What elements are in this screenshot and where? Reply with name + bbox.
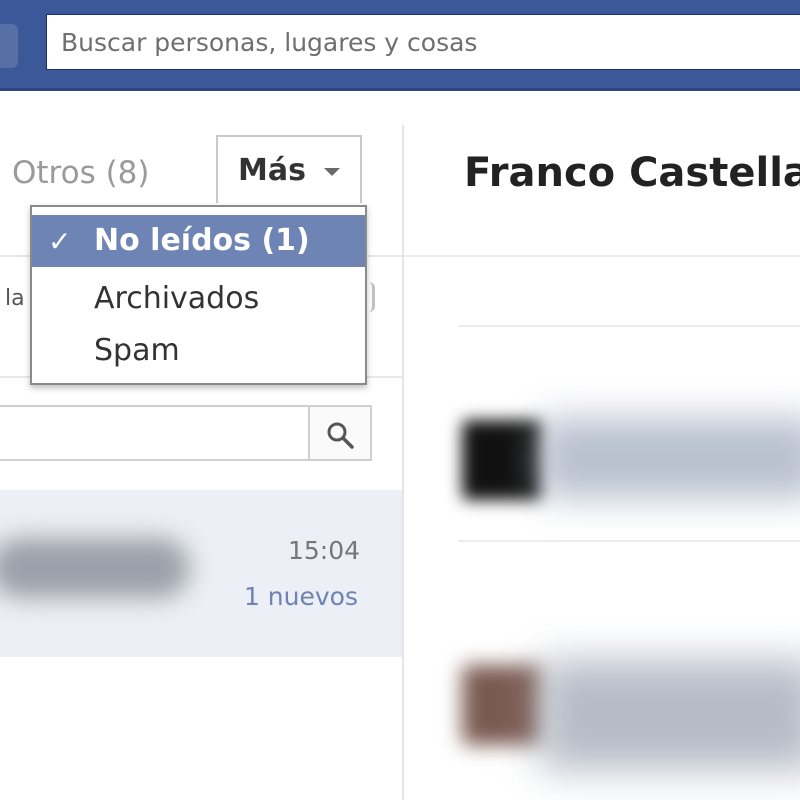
message-search-input[interactable] [0,407,308,459]
menu-item-spam[interactable]: Spam [32,325,365,377]
divider [458,325,800,327]
blurred-avatar [462,420,542,500]
more-dropdown-menu: ✓ No leídos (1) Archivados Spam [30,205,367,385]
message-search-button[interactable] [310,405,372,461]
menu-item-archived[interactable]: Archivados [32,273,365,325]
facebook-logo-icon[interactable] [0,24,18,68]
conversation-time: 15:04 [287,536,360,565]
divider [404,255,800,257]
message-search-box[interactable] [0,405,310,461]
checkmark-icon: ✓ [48,225,72,258]
search-icon [327,422,354,449]
menu-item-label: Archivados [94,281,260,316]
top-bar [0,0,800,91]
more-button[interactable]: Más [216,135,362,203]
more-button-label: Más [238,153,306,188]
global-search-input[interactable] [47,15,800,69]
conversation-row[interactable]: 15:04 1 nuevos [0,490,402,657]
blurred-message [540,660,800,770]
unread-count-badge: 1 nuevos [243,582,358,611]
thread-title: Franco Castella [464,150,800,196]
menu-item-label: No leídos (1) [94,223,310,258]
blurred-message [540,418,800,498]
column-divider [402,125,404,800]
chevron-down-icon [324,168,340,176]
blurred-conversation-preview [0,538,190,598]
menu-item-unread[interactable]: ✓ No leídos (1) [32,215,365,267]
partial-text: la [5,286,25,311]
global-search-box[interactable] [46,14,800,70]
tab-other-messages[interactable]: Otros (8) [12,155,150,191]
blurred-avatar [462,665,542,745]
divider [458,540,800,542]
menu-item-label: Spam [94,333,180,368]
